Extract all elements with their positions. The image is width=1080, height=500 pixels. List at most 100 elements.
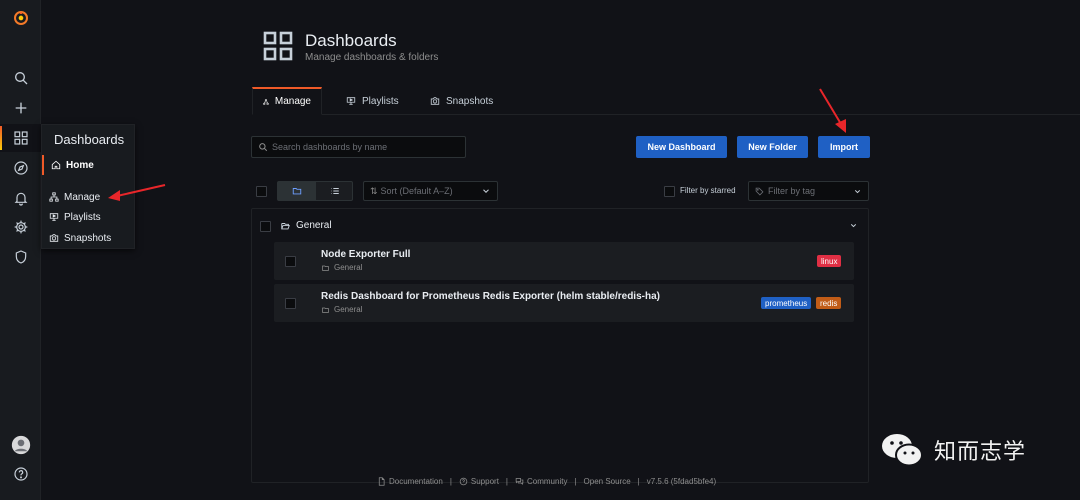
footer-support-link[interactable]: Support [459,477,499,486]
tab-snapshots[interactable]: Snapshots [420,87,503,115]
presentation-play-icon [49,213,59,221]
dashboard-folder: General [321,263,362,272]
search-icon[interactable] [0,64,41,92]
plus-icon[interactable] [0,94,41,122]
sitemap-icon [263,98,269,105]
configuration-gear-icon[interactable] [0,213,41,241]
search-input[interactable] [272,142,452,152]
footer-open-source-link[interactable]: Open Source [584,477,631,486]
dashboard-folder-label: General [334,263,363,272]
footer-documentation-label: Documentation [389,477,443,486]
folder-checkbox[interactable] [260,221,271,232]
dashboard-folder: General [321,305,362,314]
grafana-logo-icon[interactable] [0,4,41,32]
new-dashboard-button[interactable]: New Dashboard [636,136,727,158]
footer-documentation-link[interactable]: Documentation [377,477,443,486]
dashboard-checkbox[interactable] [285,298,296,309]
dashboards-header-icon [263,31,293,61]
dashboard-title[interactable]: Node Exporter Full [321,249,410,260]
flyout-item-home[interactable]: Home [42,155,136,175]
footer-separator: | [505,477,508,486]
tag-prometheus[interactable]: prometheus [761,297,812,309]
sort-select[interactable]: ⇅ Sort (Default A–Z) [363,181,498,201]
dashboards-flyout-menu: Dashboards Home Manage Playlists Snapsho… [41,124,135,249]
dashboard-folder-label: General [334,305,363,314]
page-title: Dashboards [305,31,397,50]
folder-name: General [296,220,332,231]
folder-open-icon [281,223,290,230]
chevron-down-icon[interactable] [849,221,858,230]
footer-community-link[interactable]: Community [515,477,567,486]
select-all-checkbox[interactable] [256,186,267,197]
dashboard-row[interactable]: Redis Dashboard for Prometheus Redis Exp… [274,284,854,322]
tab-manage-label: Manage [274,96,311,107]
search-icon [259,143,268,152]
view-mode-toggle [277,181,353,201]
footer-version: v7.5.6 (5fdad5bfe4) [646,477,717,486]
user-avatar-icon[interactable] [0,431,41,459]
sort-placeholder: Sort (Default A–Z) [380,186,453,196]
side-menu [0,0,41,500]
list-icon [331,188,339,194]
tab-playlists[interactable]: Playlists [336,87,409,115]
home-icon [51,160,61,170]
presentation-play-icon [346,97,356,105]
help-icon[interactable] [0,460,41,488]
camera-icon [49,234,59,242]
tag-linux[interactable]: linux [817,255,842,267]
footer-separator: | [574,477,577,486]
tag-filter-select[interactable]: Filter by tag [748,181,869,201]
list-view-button[interactable] [316,182,354,200]
flyout-snapshots-label: Snapshots [64,232,112,244]
dashboards-icon[interactable] [0,124,41,152]
flyout-item-snapshots[interactable]: Snapshots [49,229,111,247]
search-box [251,136,466,158]
chevron-down-icon [854,190,861,194]
sort-order-icon: ⇅ [370,185,378,196]
footer-support-label: Support [470,477,499,486]
camera-icon [430,97,440,105]
comments-icon [515,478,524,485]
flyout-manage-label: Manage [64,191,101,203]
tab-manage[interactable]: Manage [252,87,322,115]
folder-row-general[interactable]: General [252,209,868,241]
sitemap-icon [49,192,59,202]
page-subtitle: Manage dashboards & folders [305,52,439,63]
folder-view-button[interactable] [278,182,316,200]
footer-community-label: Community [527,477,568,486]
footer-separator: | [449,477,452,486]
footer-separator: | [637,477,640,486]
tab-bar: Manage Playlists Snapshots [252,87,1080,115]
folder-icon [322,265,329,271]
watermark-text: 知而志学 [934,440,1027,465]
tag-icon [755,187,764,195]
dashboard-row[interactable]: Node Exporter Full General linux [274,242,854,280]
alerting-bell-icon[interactable] [0,184,41,212]
chevron-down-icon [483,189,489,193]
server-admin-shield-icon[interactable] [0,243,41,271]
dashboard-title[interactable]: Redis Dashboard for Prometheus Redis Exp… [321,291,660,302]
dashboard-list-panel: General Node Exporter Full General linux… [251,208,869,483]
flyout-item-playlists[interactable]: Playlists [49,208,101,226]
import-button[interactable]: Import [818,136,870,158]
flyout-playlists-label: Playlists [64,211,101,223]
folder-icon [322,307,329,313]
explore-icon[interactable] [0,154,41,182]
dashboard-checkbox[interactable] [285,256,296,267]
tag-redis[interactable]: redis [816,297,842,309]
footer: Documentation | Support | Community | Op… [377,477,716,486]
starred-filter-label: Filter by starred [680,186,736,195]
flyout-item-manage[interactable]: Manage [49,188,100,206]
tab-playlists-label: Playlists [362,95,399,107]
tag-filter-placeholder: Filter by tag [768,186,816,196]
new-folder-button[interactable]: New Folder [737,136,808,158]
document-icon [378,477,385,486]
flyout-title[interactable]: Dashboards [54,132,124,147]
wechat-watermark: 知而志学 [880,430,1026,470]
wechat-logo-icon [882,434,923,467]
folder-icon [292,188,302,195]
tab-snapshots-label: Snapshots [446,95,494,107]
flyout-home-label: Home [66,159,94,171]
question-circle-icon [459,477,468,486]
starred-filter-checkbox[interactable] [664,186,675,197]
